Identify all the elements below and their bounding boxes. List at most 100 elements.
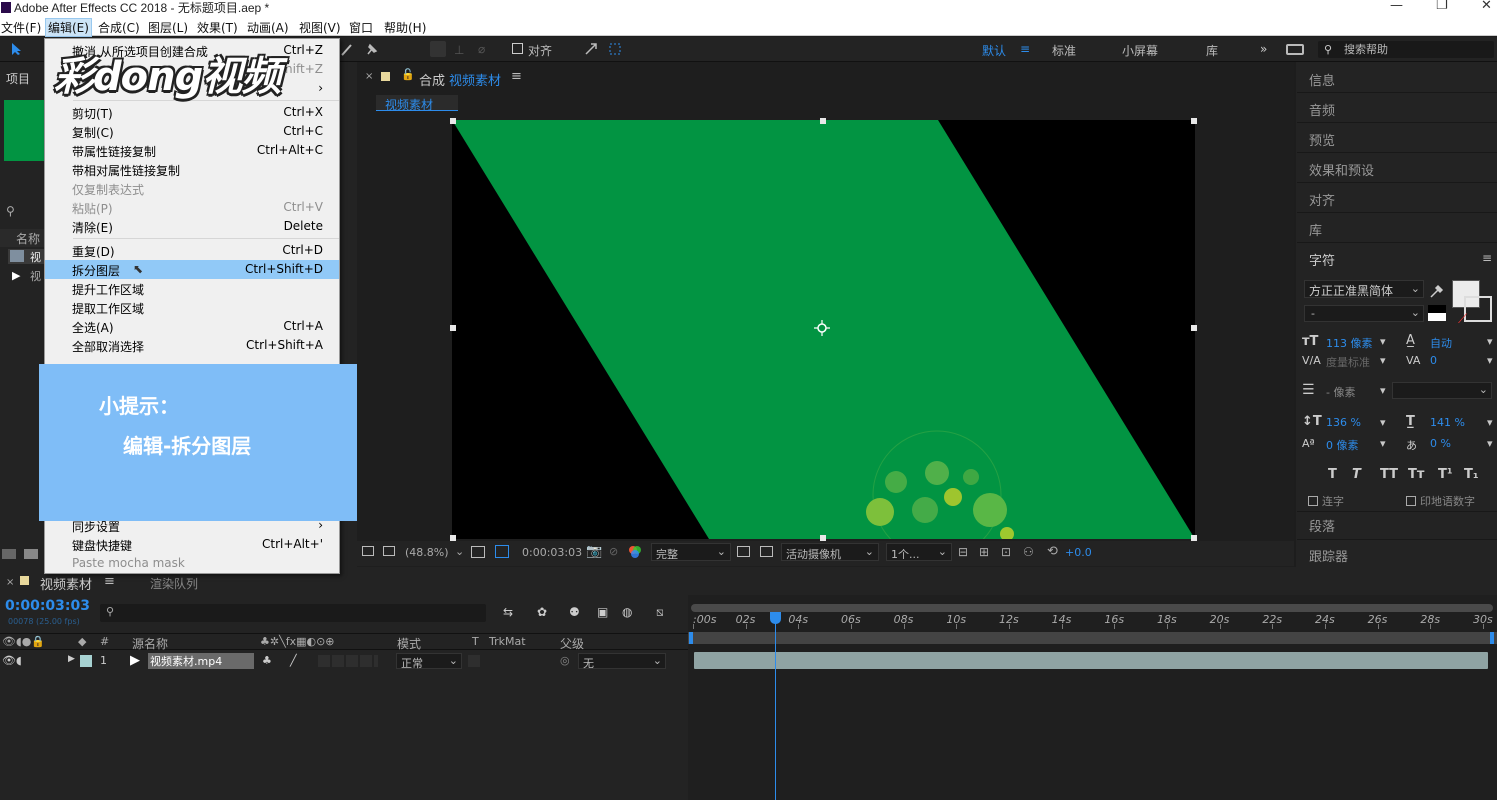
parent-column[interactable]: 父级: [560, 635, 584, 652]
panel-character[interactable]: 字符: [1309, 250, 1335, 269]
menu-effect[interactable]: 效果(T): [197, 19, 238, 36]
menu-item[interactable]: 重复(D) Ctrl+D: [45, 241, 339, 260]
fast-preview-icon[interactable]: [737, 546, 750, 557]
toggle-pixel-aspect-icon[interactable]: ⊟: [958, 545, 968, 559]
anchor-point-icon[interactable]: [814, 320, 830, 336]
clone-tool-icon[interactable]: ⊥: [454, 43, 464, 57]
layer-shy-switch[interactable]: ♣: [262, 654, 272, 667]
menu-item[interactable]: 剪切(T) Ctrl+X: [45, 103, 339, 122]
layer-visibility-icon[interactable]: 👁◖: [2, 654, 22, 667]
menu-item[interactable]: 带相对属性链接复制: [45, 160, 339, 179]
playhead[interactable]: [770, 612, 782, 800]
menu-edit[interactable]: 编辑(E): [45, 18, 92, 37]
menu-view[interactable]: 视图(V): [299, 19, 341, 36]
all-caps-button[interactable]: TT: [1380, 467, 1398, 482]
flowchart-icon[interactable]: ⚇: [1023, 545, 1034, 559]
new-folder-icon[interactable]: [24, 549, 38, 559]
camera-select[interactable]: 活动摄像机 ⌄: [781, 543, 879, 561]
subscript-button[interactable]: T₁: [1464, 467, 1479, 482]
layer-search-input[interactable]: ⚲: [100, 604, 486, 622]
shy-layers-icon[interactable]: ⚉: [569, 605, 580, 619]
layer-mode-select[interactable]: 正常 ⌄: [396, 653, 462, 670]
baseline-shift-value[interactable]: 0 像素: [1326, 437, 1359, 453]
layer-parent-select[interactable]: 无 ⌄: [578, 653, 666, 670]
leading-value[interactable]: 自动: [1430, 335, 1452, 351]
menu-item[interactable]: 清除(E) Delete: [45, 217, 339, 236]
eyedropper-icon[interactable]: [1429, 283, 1445, 299]
timeline-tab-label[interactable]: 视频素材: [40, 574, 92, 593]
tracking-value[interactable]: 0: [1430, 354, 1437, 367]
project-name-column[interactable]: 名称: [16, 230, 40, 247]
pin-tool-icon[interactable]: [364, 42, 380, 56]
panel-paragraph[interactable]: 段落: [1309, 516, 1335, 535]
panel-info[interactable]: 信息: [1309, 70, 1335, 89]
time-ruler[interactable]: :00s 02s 04s 06s 08s 10s 12s 14s 16s 18s 20s 22s 24s…: [690, 612, 1497, 630]
sync-settings-icon[interactable]: [1286, 44, 1304, 55]
mask-toggle-icon[interactable]: [362, 546, 374, 556]
font-size-value[interactable]: 113 像素: [1326, 335, 1373, 351]
close-button[interactable]: ✕: [1481, 0, 1492, 13]
source-name-column[interactable]: 源名称: [132, 635, 168, 652]
font-style-select[interactable]: - ⌄: [1304, 305, 1424, 322]
preserve-transparency-box[interactable]: [468, 655, 480, 667]
workspace-standard[interactable]: 标准: [1052, 42, 1076, 59]
comp-tab-label[interactable]: 合成: [419, 70, 445, 89]
menu-item[interactable]: 键盘快捷键 Ctrl+Alt+': [45, 535, 339, 554]
menu-window[interactable]: 窗口: [349, 19, 373, 36]
comp-timecode[interactable]: 0:00:03:03: [522, 546, 582, 559]
reset-exposure-icon[interactable]: ⟲: [1047, 544, 1058, 559]
small-caps-button[interactable]: Tт: [1408, 467, 1424, 482]
snap-grid-icon[interactable]: [608, 42, 622, 56]
snapshot-icon[interactable]: 📷: [586, 544, 602, 559]
stroke-color-swatch[interactable]: [1464, 296, 1492, 322]
mode-column[interactable]: 模式: [397, 635, 421, 652]
frame-blending-icon[interactable]: ▣: [597, 605, 608, 619]
timeline-timecode[interactable]: 0:00:03:03: [5, 598, 90, 614]
layer-duration-bar[interactable]: [694, 652, 1488, 669]
close-timeline-tab-icon[interactable]: ×: [6, 577, 14, 588]
hindi-digits-checkbox[interactable]: [1406, 496, 1416, 506]
menu-composition[interactable]: 合成(C): [98, 19, 140, 36]
panel-audio[interactable]: 音频: [1309, 100, 1335, 119]
black-white-swatch-icon[interactable]: [1428, 305, 1446, 321]
comp-flow-tab[interactable]: 视频素材: [376, 95, 458, 112]
pen-tool-icon[interactable]: [340, 42, 354, 56]
project-item[interactable]: ▶ 视: [8, 268, 44, 283]
project-tab[interactable]: 项目: [6, 70, 30, 87]
menu-item[interactable]: 全选(A) Ctrl+A: [45, 317, 339, 336]
layer-switch-boxes[interactable]: [318, 655, 378, 667]
workspace-library[interactable]: 库: [1206, 42, 1218, 59]
timeline-icon[interactable]: ⊡: [1001, 545, 1011, 559]
timeline-tab-menu-icon[interactable]: ≡: [104, 574, 115, 589]
project-item[interactable]: 视: [8, 249, 44, 264]
faux-italic-button[interactable]: T: [1352, 467, 1361, 482]
lock-icon[interactable]: 🔓: [401, 68, 415, 81]
menu-help[interactable]: 帮助(H): [384, 19, 426, 36]
menu-item[interactable]: 拆分图层 Ctrl+Shift+D ⬉: [45, 260, 339, 279]
comp-tab-menu-icon[interactable]: ≡: [511, 69, 522, 84]
eraser-tool-icon[interactable]: ⌀: [478, 42, 485, 56]
layer-name[interactable]: 视频素材.mp4: [148, 653, 254, 669]
menu-item[interactable]: 复制(C) Ctrl+C: [45, 122, 339, 141]
comp-tab-name[interactable]: 视频素材: [449, 70, 501, 89]
menu-item[interactable]: 带属性链接复制 Ctrl+Alt+C: [45, 141, 339, 160]
horizontal-scale-value[interactable]: 141 %: [1430, 416, 1465, 429]
search-help-input[interactable]: ⚲ 搜索帮助: [1318, 41, 1494, 58]
zoom-level[interactable]: (48.8%): [405, 546, 449, 559]
exposure-value[interactable]: +0.0: [1065, 546, 1092, 559]
menu-item[interactable]: 提升工作区域: [45, 279, 339, 298]
comp-mini-flowchart-icon[interactable]: ⇆: [503, 605, 513, 619]
layer-expand-icon[interactable]: ▶: [68, 654, 75, 664]
safe-area-icon[interactable]: [471, 546, 485, 558]
vertical-scale-value[interactable]: 136 %: [1326, 416, 1361, 429]
selection-tool-icon[interactable]: [10, 42, 24, 56]
menu-animation[interactable]: 动画(A): [247, 19, 289, 36]
color-channels-icon[interactable]: [628, 545, 642, 559]
font-family-select[interactable]: 方正正准黑简体 ⌄: [1304, 280, 1424, 298]
panel-tracker[interactable]: 跟踪器: [1309, 546, 1348, 565]
layer-color-label[interactable]: [80, 655, 92, 667]
project-search-icon[interactable]: ⚲: [6, 204, 15, 218]
menu-item[interactable]: 仅复制表达式: [45, 179, 339, 198]
character-menu-icon[interactable]: ≡: [1482, 251, 1492, 265]
ligatures-checkbox[interactable]: [1308, 496, 1318, 506]
